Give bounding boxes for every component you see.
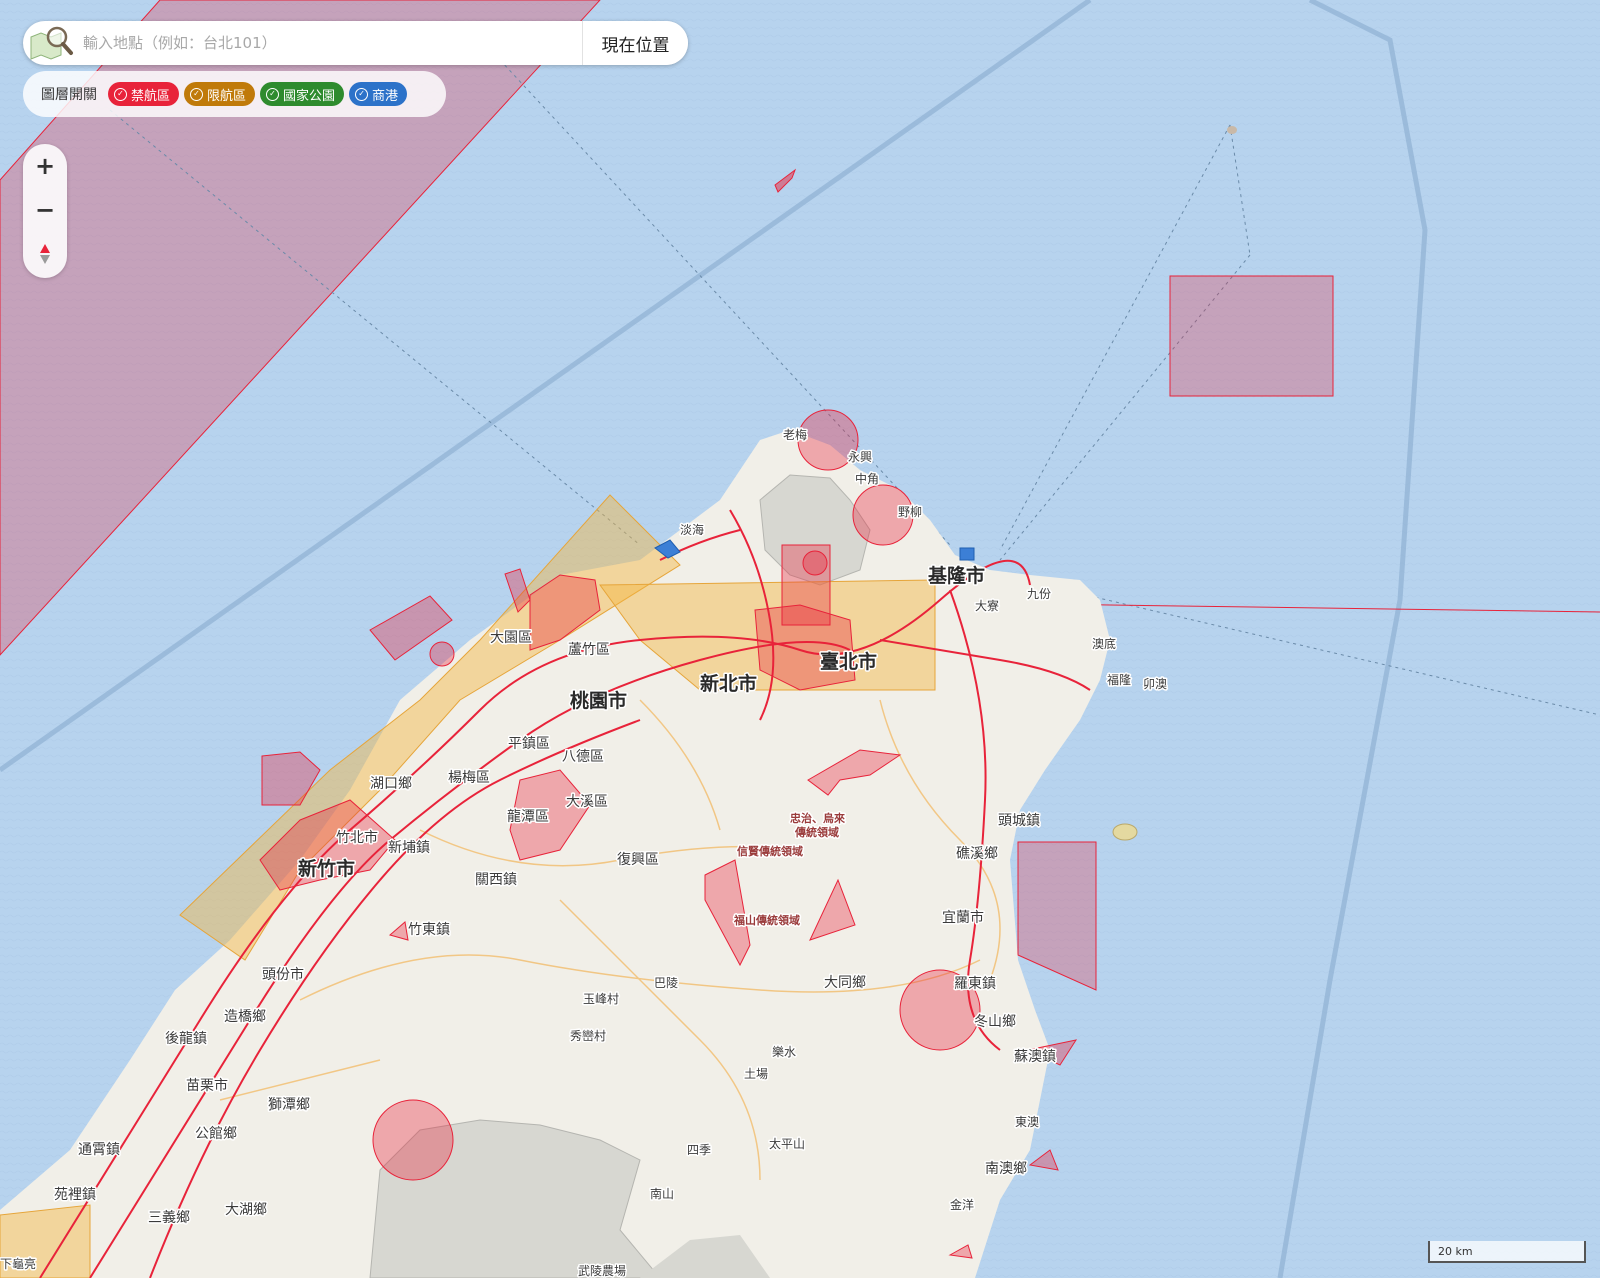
- svg-text:大寮: 大寮: [975, 598, 999, 613]
- svg-text:東澳: 東澳: [1015, 1115, 1039, 1129]
- svg-text:玉峰村: 玉峰村: [583, 992, 619, 1006]
- svg-text:羅東鎮: 羅東鎮: [954, 976, 996, 992]
- chip-label: 國家公園: [283, 88, 336, 104]
- layer-chip-national-park[interactable]: ✓ 國家公園: [260, 82, 345, 106]
- no-fly-zone-offshore[interactable]: [1169, 275, 1334, 397]
- svg-text:公館鄉: 公館鄉: [195, 1125, 237, 1142]
- map-search-icon[interactable]: [23, 21, 81, 65]
- svg-text:大溪區: 大溪區: [566, 794, 608, 810]
- svg-text:武陵農場: 武陵農場: [578, 1264, 626, 1278]
- check-icon: ✓: [190, 87, 204, 101]
- check-icon: ✓: [114, 87, 127, 101]
- svg-text:下龜亮: 下龜亮: [0, 1256, 36, 1271]
- svg-text:龍潭區: 龍潭區: [507, 808, 549, 825]
- svg-text:新埔鎮: 新埔鎮: [388, 840, 430, 856]
- svg-text:澳底: 澳底: [1092, 636, 1116, 651]
- svg-text:楊梅區: 楊梅區: [448, 769, 490, 786]
- label-new-taipei: 新北市: [700, 672, 757, 695]
- zoom-in-button[interactable]: +: [23, 144, 67, 188]
- svg-text:淡海: 淡海: [680, 522, 704, 537]
- svg-text:大同鄉: 大同鄉: [824, 975, 866, 991]
- svg-text:忠治、烏來: 忠治、烏來: [790, 811, 845, 825]
- label-hsinchu: 新竹市: [298, 857, 355, 880]
- svg-text:通霄鎮: 通霄鎮: [78, 1142, 120, 1158]
- svg-text:福山傳統領域: 福山傳統領域: [733, 913, 800, 927]
- svg-text:竹北市: 竹北市: [336, 829, 378, 846]
- search-bar: 現在位置: [23, 21, 688, 65]
- svg-text:蘆竹區: 蘆竹區: [568, 642, 610, 658]
- airspace-map[interactable]: 基隆市 臺北市 新北市 桃園市 新竹市 宜蘭市 老梅 永興 中角 野柳 淡海 九…: [0, 0, 1600, 1278]
- svg-text:福隆: 福隆: [1107, 672, 1131, 687]
- svg-text:卯澳: 卯澳: [1143, 677, 1167, 691]
- svg-text:九份: 九份: [1027, 587, 1051, 601]
- svg-text:蘇澳鎮: 蘇澳鎮: [1014, 1049, 1056, 1065]
- svg-text:復興區: 復興區: [617, 851, 659, 868]
- svg-text:平鎮區: 平鎮區: [508, 736, 550, 752]
- svg-text:後龍鎮: 後龍鎮: [165, 1030, 207, 1047]
- svg-text:四季: 四季: [687, 1143, 711, 1157]
- check-icon: ✓: [355, 87, 369, 101]
- svg-text:湖口鄉: 湖口鄉: [370, 776, 412, 792]
- search-input[interactable]: [81, 33, 582, 53]
- svg-text:南山: 南山: [650, 1186, 674, 1201]
- svg-text:獅潭鄉: 獅潭鄉: [268, 1096, 310, 1113]
- svg-text:土場: 土場: [744, 1067, 768, 1081]
- check-icon: ✓: [266, 87, 280, 101]
- chip-label: 禁航區: [131, 88, 171, 104]
- chip-label: 限航區: [207, 88, 247, 104]
- svg-text:苗栗市: 苗栗市: [186, 1077, 228, 1094]
- chip-label: 商港: [372, 88, 399, 104]
- svg-text:苑裡鎮: 苑裡鎮: [54, 1187, 96, 1203]
- svg-text:南澳鄉: 南澳鄉: [985, 1161, 1027, 1177]
- svg-text:竹東鎮: 竹東鎮: [408, 922, 450, 938]
- label-keelung: 基隆市: [927, 564, 985, 587]
- label-taipei: 臺北市: [820, 650, 877, 673]
- svg-text:傳統領域: 傳統領域: [794, 825, 839, 839]
- svg-text:冬山鄉: 冬山鄉: [974, 1014, 1016, 1030]
- svg-text:大園區: 大園區: [490, 630, 532, 646]
- svg-text:礁溪鄉: 礁溪鄉: [956, 846, 998, 862]
- compass-icon[interactable]: [23, 232, 67, 276]
- svg-text:頭份市: 頭份市: [262, 966, 304, 983]
- label-taoyuan: 桃園市: [570, 689, 627, 712]
- svg-text:永興: 永興: [848, 450, 872, 464]
- layer-chip-port[interactable]: ✓ 商港: [349, 82, 408, 106]
- svg-text:三義鄉: 三義鄉: [148, 1209, 190, 1226]
- svg-text:金洋: 金洋: [950, 1197, 974, 1212]
- zoom-out-button[interactable]: −: [23, 188, 67, 232]
- svg-text:八德區: 八德區: [562, 749, 604, 765]
- current-location-button[interactable]: 現在位置: [582, 21, 688, 65]
- layer-chip-restricted[interactable]: ✓ 限航區: [184, 82, 256, 106]
- scale-bar: 20 km: [1428, 1241, 1586, 1263]
- svg-text:樂水: 樂水: [772, 1044, 796, 1059]
- layer-chip-no-fly[interactable]: ✓ 禁航區: [108, 82, 180, 106]
- svg-text:巴陵: 巴陵: [654, 976, 678, 990]
- svg-text:野柳: 野柳: [898, 505, 922, 519]
- layer-toggle-panel: 圖層開關 ✓ 禁航區 ✓ 限航區 ✓ 國家公園 ✓ 商港: [23, 71, 446, 117]
- svg-text:老梅: 老梅: [783, 427, 807, 442]
- svg-text:關西鎮: 關西鎮: [475, 872, 517, 888]
- svg-text:太平山: 太平山: [769, 1136, 805, 1151]
- zoom-control: + −: [23, 144, 67, 278]
- svg-text:造橋鄉: 造橋鄉: [224, 1009, 266, 1025]
- label-yilan: 宜蘭市: [942, 909, 984, 926]
- layer-panel-title: 圖層開關: [41, 87, 97, 103]
- svg-text:頭城鎮: 頭城鎮: [998, 813, 1040, 829]
- svg-text:中角: 中角: [855, 471, 879, 486]
- svg-text:信賢傳統領域: 信賢傳統領域: [737, 844, 803, 858]
- svg-text:秀巒村: 秀巒村: [570, 1028, 606, 1043]
- svg-text:大湖鄉: 大湖鄉: [225, 1202, 267, 1218]
